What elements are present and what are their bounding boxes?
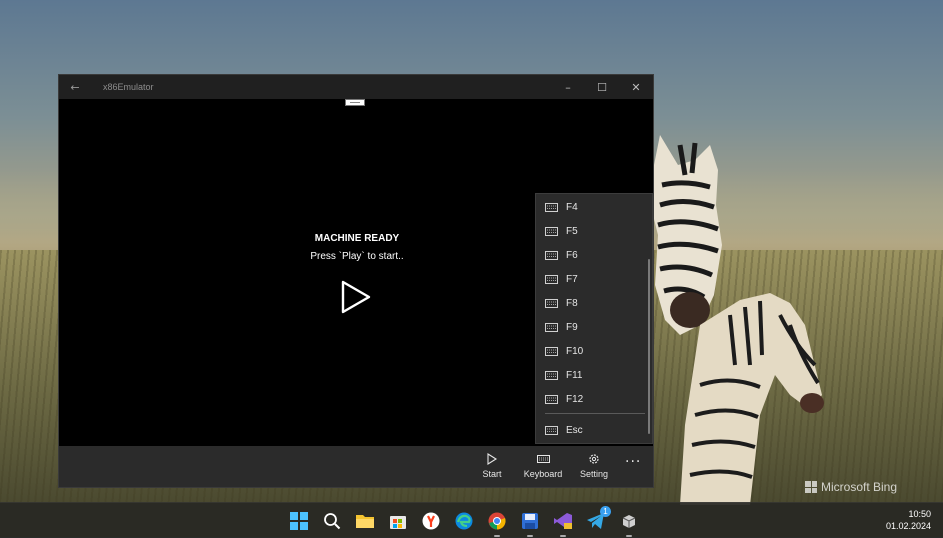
key-label: F4 [566, 201, 578, 213]
setting-label: Setting [579, 469, 609, 479]
machine-status-title: MACHINE READY [314, 233, 400, 244]
key-item-f5[interactable]: F5 [536, 219, 648, 243]
keyboard-icon [545, 346, 558, 356]
menu-separator [545, 413, 645, 414]
key-item-f11[interactable]: F11 [536, 363, 648, 387]
keyboard-icon [536, 455, 550, 463]
file-explorer-icon[interactable] [354, 510, 376, 532]
keyboard-icon [545, 394, 558, 404]
bing-watermark: Microsoft Bing [805, 480, 897, 494]
close-button[interactable]: ✕ [619, 75, 653, 99]
telegram-icon[interactable]: 1 [585, 506, 611, 532]
key-label: F11 [566, 369, 583, 381]
command-bar: Start Keyboard Setting ··· [59, 446, 653, 487]
key-label: F6 [566, 249, 578, 261]
machine-status-subtitle: Press `Play` to start.. [310, 251, 404, 262]
key-label: F9 [566, 321, 578, 333]
keyboard-icon [545, 322, 558, 332]
key-label: Esc [566, 424, 583, 436]
taskbar: 1 10:50 01.02.2024 [0, 502, 943, 538]
window-controls: – ☐ ✕ [551, 75, 653, 99]
keyboard-button[interactable]: Keyboard [518, 453, 568, 479]
play-outline-icon [487, 453, 498, 465]
key-item-f7[interactable]: F7 [536, 267, 648, 291]
clock-time: 10:50 [908, 509, 931, 519]
key-item-esc[interactable]: Esc [536, 418, 648, 442]
yandex-browser-icon[interactable] [420, 510, 442, 532]
key-label: F5 [566, 225, 578, 237]
microsoft-store-icon[interactable] [387, 510, 409, 532]
more-options-button[interactable]: ··· [625, 454, 641, 470]
bing-watermark-text: Microsoft Bing [821, 480, 898, 494]
system-clock[interactable]: 10:50 01.02.2024 [886, 508, 931, 532]
back-arrow-icon[interactable]: ← [59, 81, 91, 94]
save-app-icon[interactable] [519, 510, 541, 537]
title-bar: ← x86Emulator – ☐ ✕ [59, 75, 653, 99]
key-item-f10[interactable]: F10 [536, 339, 648, 363]
key-item-f6[interactable]: F6 [536, 243, 648, 267]
keyboard-label: Keyboard [523, 469, 563, 479]
keyboard-icon [545, 298, 558, 308]
key-item-f4[interactable]: F4 [536, 195, 648, 219]
keyboard-icon [545, 226, 558, 236]
gear-icon [589, 454, 599, 464]
keyboard-icon [545, 274, 558, 284]
keyboard-icon [545, 250, 558, 260]
menu-scrollbar[interactable] [648, 259, 650, 434]
start-icon[interactable] [288, 510, 310, 532]
keyboard-icon [545, 202, 558, 212]
visual-studio-icon[interactable] [552, 510, 574, 537]
edge-icon[interactable] [453, 510, 475, 532]
emulator-app-icon[interactable] [618, 510, 640, 537]
key-label: F8 [566, 297, 578, 309]
maximize-button[interactable]: ☐ [585, 75, 619, 99]
key-label: F7 [566, 273, 578, 285]
keyboard-icon [545, 425, 558, 435]
microsoft-logo-icon [805, 481, 817, 493]
window-title: x86Emulator [103, 82, 154, 92]
top-drag-handle[interactable] [345, 99, 365, 106]
notification-badge: 1 [600, 506, 611, 517]
zebra-image [648, 135, 824, 505]
start-button[interactable]: Start [467, 453, 517, 479]
key-item-f8[interactable]: F8 [536, 291, 648, 315]
key-label: F12 [566, 393, 584, 405]
play-icon[interactable] [339, 279, 373, 315]
minimize-button[interactable]: – [551, 75, 585, 99]
clock-date: 01.02.2024 [885, 521, 931, 531]
search-icon[interactable] [321, 510, 343, 532]
key-label: F10 [566, 345, 584, 357]
key-item-f12[interactable]: F12 [536, 387, 648, 411]
start-label: Start [482, 469, 502, 479]
setting-button[interactable]: Setting [569, 453, 619, 479]
keyboard-icon [545, 370, 558, 380]
key-item-f9[interactable]: F9 [536, 315, 648, 339]
chrome-icon[interactable] [486, 510, 508, 537]
keyboard-flyout-menu: F4 F5 F6 F7 F8 F9 F10 F11 F12 Esc [535, 193, 653, 444]
